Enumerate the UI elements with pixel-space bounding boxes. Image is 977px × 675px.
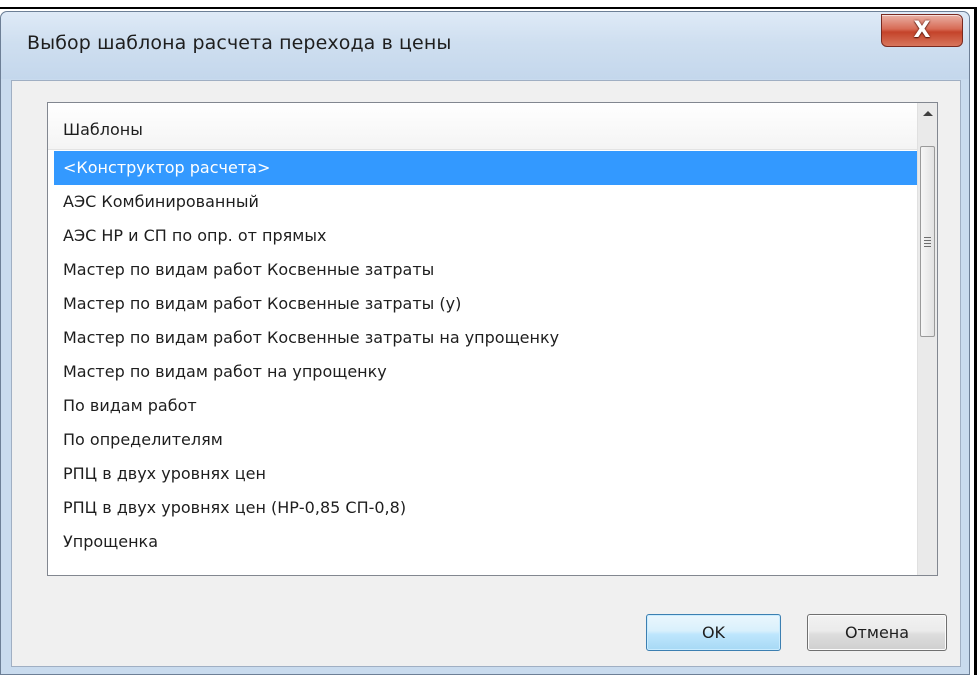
- dialog-window: Выбор шаблона расчета перехода в цены X …: [0, 11, 970, 675]
- list-item[interactable]: Мастер по видам работ Косвенные затраты: [54, 253, 919, 287]
- scroll-thumb[interactable]: [920, 146, 935, 337]
- cancel-button[interactable]: Отмена: [807, 614, 947, 651]
- grip-icon: [924, 236, 931, 247]
- list-item[interactable]: АЭС Комбинированный: [54, 185, 919, 219]
- templates-list[interactable]: Шаблоны <Конструктор расчета> АЭС Комбини…: [47, 102, 938, 576]
- list-item[interactable]: По видам работ: [54, 389, 919, 423]
- list-item[interactable]: Мастер по видам работ Косвенные затраты …: [54, 321, 919, 355]
- vertical-scrollbar[interactable]: [917, 103, 937, 575]
- scroll-up-button[interactable]: [918, 103, 937, 124]
- close-button[interactable]: X: [881, 14, 963, 47]
- list-item[interactable]: Мастер по видам работ Косвенные затраты …: [54, 287, 919, 321]
- dialog-client-area: Шаблоны <Конструктор расчета> АЭС Комбини…: [11, 80, 961, 667]
- list-item[interactable]: Упрощенка: [54, 525, 919, 559]
- ok-button[interactable]: OK: [646, 614, 781, 651]
- list-item[interactable]: АЭС НР и СП по опр. от прямых: [54, 219, 919, 253]
- page-top-border: [0, 7, 977, 9]
- title-bar[interactable]: Выбор шаблона расчета перехода в цены X: [1, 12, 969, 79]
- list-header-label: Шаблоны: [63, 120, 143, 139]
- chevron-up-icon: [922, 111, 933, 116]
- list-item[interactable]: РПЦ в двух уровнях цен (НР-0,85 СП-0,8): [54, 491, 919, 525]
- list-column-header[interactable]: Шаблоны: [48, 103, 919, 150]
- dialog-title: Выбор шаблона расчета перехода в цены: [27, 32, 452, 54]
- list-item[interactable]: <Конструктор расчета>: [54, 151, 919, 185]
- list-items: <Конструктор расчета> АЭС Комбинированный…: [54, 151, 919, 559]
- list-item[interactable]: По определителям: [54, 423, 919, 457]
- list-item[interactable]: РПЦ в двух уровнях цен: [54, 457, 919, 491]
- list-item[interactable]: Мастер по видам работ на упрощенку: [54, 355, 919, 389]
- close-icon: X: [913, 17, 931, 43]
